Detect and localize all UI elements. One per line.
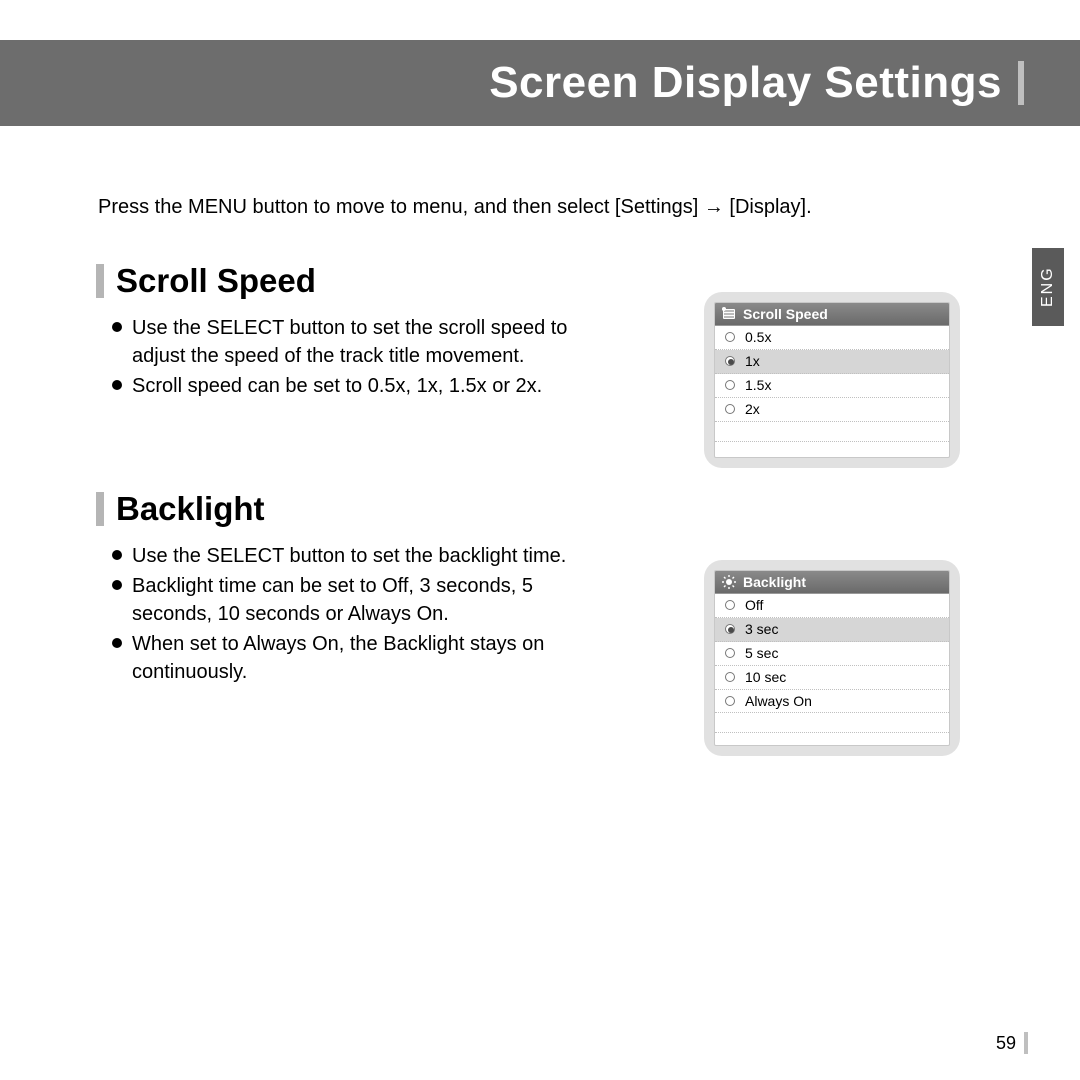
device-header-label: Scroll Speed [743, 306, 828, 322]
menu-option-label: 0.5x [745, 329, 771, 345]
list-item: Scroll speed can be set to 0.5x, 1x, 1.5… [112, 372, 616, 400]
device-header-backlight: Backlight [715, 571, 949, 594]
scroll-speed-icon [721, 306, 737, 322]
menu-option[interactable]: Off [715, 594, 949, 618]
menu-option[interactable]: 2x [715, 398, 949, 422]
menu-option-label: Always On [745, 693, 812, 709]
list-item: Backlight time can be set to Off, 3 seco… [112, 572, 616, 628]
device-header-label: Backlight [743, 574, 806, 590]
radio-icon [725, 672, 735, 682]
menu-option[interactable]: 3 sec [715, 618, 949, 642]
menu-option[interactable]: 0.5x [715, 326, 949, 350]
menu-option-label: 10 sec [745, 669, 786, 685]
device-backlight-menu: Backlight Off 3 sec 5 sec 10 sec Always On [704, 560, 960, 756]
scroll-bullets: Use the SELECT button to set the scroll … [96, 314, 616, 400]
device-scroll-menu: Scroll Speed 0.5x 1x 1.5x 2x [704, 292, 960, 468]
page-header: Screen Display Settings [0, 40, 1080, 126]
menu-empty-row [715, 422, 949, 442]
menu-option-label: Off [745, 597, 763, 613]
section-title-scroll: Scroll Speed [116, 262, 316, 300]
menu-empty-row [715, 713, 949, 733]
menu-option-label: 1.5x [745, 377, 771, 393]
backlight-icon [721, 574, 737, 590]
radio-icon [725, 624, 735, 634]
radio-icon [725, 380, 735, 390]
intro-text: Press the MENU button to move to menu, a… [98, 196, 812, 219]
section-divider [96, 492, 104, 526]
section-title-backlight: Backlight [116, 490, 265, 528]
radio-icon [725, 648, 735, 658]
radio-icon [725, 332, 735, 342]
language-tab: ENG [1032, 248, 1064, 326]
page-number-divider [1024, 1032, 1028, 1054]
section-divider [96, 264, 104, 298]
menu-option[interactable]: 10 sec [715, 666, 949, 690]
menu-option-label: 3 sec [745, 621, 778, 637]
header-divider [1018, 61, 1024, 105]
list-item: Use the SELECT button to set the backlig… [112, 542, 616, 570]
menu-option[interactable]: 5 sec [715, 642, 949, 666]
menu-empty-row [715, 442, 949, 458]
menu-option-label: 2x [745, 401, 760, 417]
menu-option-label: 5 sec [745, 645, 778, 661]
radio-icon [725, 600, 735, 610]
list-item: Use the SELECT button to set the scroll … [112, 314, 616, 370]
device-header-scroll: Scroll Speed [715, 303, 949, 326]
page-number-value: 59 [996, 1033, 1016, 1054]
menu-option[interactable]: Always On [715, 690, 949, 714]
radio-icon [725, 404, 735, 414]
menu-option[interactable]: 1x [715, 350, 949, 374]
page-title: Screen Display Settings [489, 58, 1002, 108]
radio-icon [725, 696, 735, 706]
backlight-bullets: Use the SELECT button to set the backlig… [96, 542, 616, 686]
menu-option-label: 1x [745, 353, 760, 369]
radio-icon [725, 356, 735, 366]
list-item: When set to Always On, the Backlight sta… [112, 630, 616, 686]
menu-option[interactable]: 1.5x [715, 374, 949, 398]
page-number: 59 [996, 1032, 1028, 1054]
